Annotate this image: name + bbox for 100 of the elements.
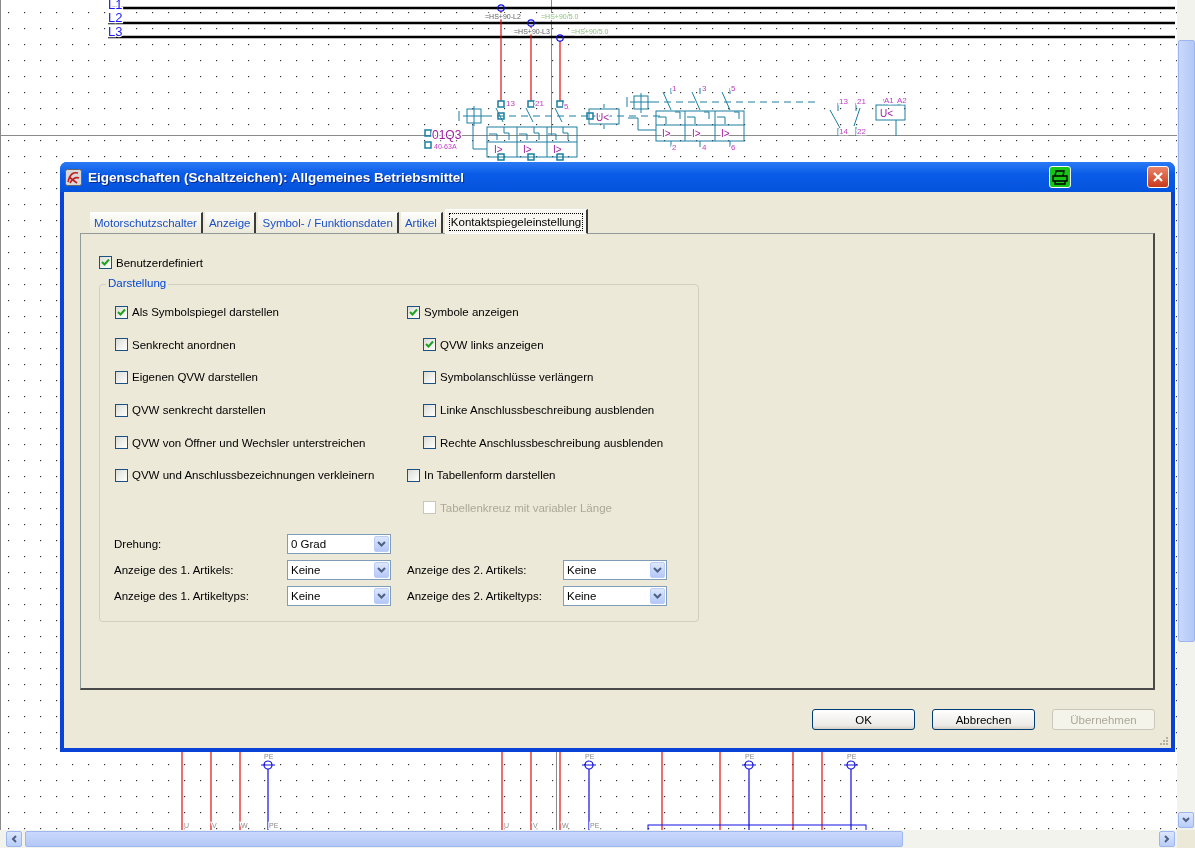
scroll-right-button[interactable] bbox=[1159, 831, 1175, 847]
checkbox[interactable] bbox=[423, 403, 436, 417]
tab[interactable]: Anzeige bbox=[204, 212, 257, 233]
field-label: Anzeige des 2. Artikels: bbox=[407, 563, 528, 579]
pin-label: 13 bbox=[506, 99, 515, 108]
scroll-left-button[interactable] bbox=[6, 831, 22, 847]
dropdown-button[interactable] bbox=[650, 562, 665, 579]
pin-label: 21 bbox=[535, 99, 544, 108]
checkbox-label: Eigenen QVW darstellen bbox=[132, 371, 258, 384]
symbol-label: U< bbox=[596, 112, 610, 123]
pe-terminal-icon bbox=[581, 760, 597, 830]
tab[interactable]: Symbol- / Funktionsdaten bbox=[258, 212, 399, 233]
checkbox[interactable] bbox=[423, 436, 436, 450]
chevron-down-icon bbox=[377, 541, 386, 548]
checkbox[interactable] bbox=[115, 371, 128, 384]
dropdown-button[interactable] bbox=[374, 588, 389, 605]
pin-label: 5 bbox=[731, 84, 736, 93]
checkbox[interactable] bbox=[115, 338, 128, 352]
check-icon bbox=[425, 340, 434, 350]
bus-label: L2 bbox=[108, 10, 123, 25]
symbol-label: I> bbox=[721, 128, 730, 139]
window-title: Eigenschaften (Schaltzeichen): Allgemeines Betriebsmittel bbox=[88, 169, 466, 185]
close-icon bbox=[1152, 171, 1164, 183]
dropdown-button[interactable] bbox=[650, 588, 665, 605]
junction-icon bbox=[556, 34, 564, 42]
pin-label: 21 bbox=[857, 97, 866, 106]
checkbox-label: QVW links anzeigen bbox=[440, 338, 544, 351]
checkbox[interactable] bbox=[115, 468, 128, 482]
pin-label: A2 bbox=[897, 96, 907, 105]
symbol-label: I> bbox=[494, 144, 503, 155]
chevron-left-icon bbox=[11, 835, 17, 843]
chevron-right-icon bbox=[1164, 835, 1170, 843]
close-button[interactable] bbox=[1147, 166, 1169, 188]
pin-label: 1 bbox=[672, 84, 677, 93]
group-label: Darstellung bbox=[106, 277, 169, 289]
checkbox[interactable] bbox=[99, 256, 112, 269]
checkbox-label: Rechte Anschlussbeschreibung ausblenden bbox=[440, 436, 664, 449]
junction-icon bbox=[527, 19, 535, 27]
dropdown-field[interactable]: Keine bbox=[287, 586, 391, 607]
pin-label: 22 bbox=[857, 127, 866, 136]
app-icon bbox=[65, 168, 82, 186]
checkbox-label: Benutzerdefiniert bbox=[116, 256, 203, 269]
check-icon bbox=[101, 258, 110, 267]
bus-label: L3 bbox=[108, 24, 123, 39]
checkbox-label: Symbolanschlüsse verlängern bbox=[440, 371, 594, 384]
tab[interactable]: Artikel bbox=[400, 212, 443, 233]
pin-label: 14 bbox=[839, 127, 848, 136]
check-icon bbox=[117, 307, 126, 317]
resize-grip-icon bbox=[1159, 736, 1169, 746]
tab[interactable]: Kontaktspiegeleinstellung bbox=[444, 209, 589, 234]
checkbox[interactable] bbox=[407, 305, 420, 319]
checkbox[interactable] bbox=[115, 403, 128, 417]
dropdown-field[interactable]: Keine bbox=[563, 586, 667, 607]
checkbox-label: QVW von Öffner und Wechsler unterstreichen bbox=[132, 436, 366, 449]
dropdown-field[interactable]: Keine bbox=[563, 560, 667, 581]
chevron-down-icon bbox=[653, 593, 662, 600]
checkbox-label: QVW senkrecht darstellen bbox=[132, 404, 266, 417]
checkbox-label: Als Symbolspiegel darstellen bbox=[132, 306, 280, 319]
field-label: Anzeige des 1. Artikeltyps: bbox=[114, 589, 250, 605]
checkbox[interactable] bbox=[115, 436, 128, 450]
checkbox-label: Senkrecht anordnen bbox=[132, 338, 236, 351]
symbol-label: I> bbox=[692, 128, 701, 139]
check-icon bbox=[409, 307, 418, 317]
pe-terminal-icon bbox=[260, 760, 276, 830]
scrollbar-thumb[interactable] bbox=[1178, 40, 1195, 642]
pin-label: 6 bbox=[731, 143, 736, 152]
chevron-down-icon bbox=[653, 567, 662, 574]
tab[interactable]: Motorschutzschalter bbox=[90, 212, 203, 233]
checkbox[interactable] bbox=[115, 305, 128, 319]
pin-label: 5 bbox=[564, 102, 569, 111]
checkbox[interactable] bbox=[423, 371, 436, 384]
scrollbar-thumb[interactable] bbox=[25, 831, 903, 847]
horizontal-scrollbar[interactable] bbox=[0, 830, 1177, 848]
scrollbar-corner bbox=[1177, 830, 1195, 848]
pin-label: 4 bbox=[702, 143, 707, 152]
dropdown-field[interactable]: 0 Grad bbox=[287, 534, 391, 555]
dialog-button[interactable]: OK bbox=[812, 709, 915, 730]
dialog-button[interactable]: Abbrechen bbox=[932, 709, 1035, 730]
pin-label: 2 bbox=[672, 143, 677, 152]
symbol-label: I> bbox=[553, 144, 562, 155]
checkbox[interactable] bbox=[407, 468, 420, 482]
checkbox-label: In Tabellenform darstellen bbox=[424, 469, 556, 482]
field-label: Drehung: bbox=[114, 537, 163, 553]
printer-icon bbox=[1052, 169, 1068, 185]
chevron-down-icon bbox=[1182, 817, 1190, 823]
pin-label: 3 bbox=[702, 84, 707, 93]
dropdown-button[interactable] bbox=[374, 536, 389, 553]
chevron-down-icon bbox=[377, 567, 386, 574]
dropdown-button[interactable] bbox=[374, 562, 389, 579]
dropdown-field[interactable]: Keine bbox=[287, 560, 391, 581]
checkbox[interactable] bbox=[423, 338, 436, 352]
checkbox-label: Tabellenkreuz mit variabler Länge bbox=[440, 501, 612, 514]
print-button[interactable] bbox=[1049, 166, 1071, 188]
undervoltage-coil-drawing bbox=[875, 98, 906, 137]
vertical-scrollbar[interactable] bbox=[1177, 0, 1195, 830]
wire bbox=[559, 40, 561, 102]
symbol-label: I> bbox=[523, 144, 532, 155]
checkbox-label: QVW und Anschlussbezeichnungen verkleinern bbox=[132, 469, 375, 482]
scroll-down-button[interactable] bbox=[1178, 812, 1194, 828]
pe-terminal-icon bbox=[843, 760, 859, 830]
